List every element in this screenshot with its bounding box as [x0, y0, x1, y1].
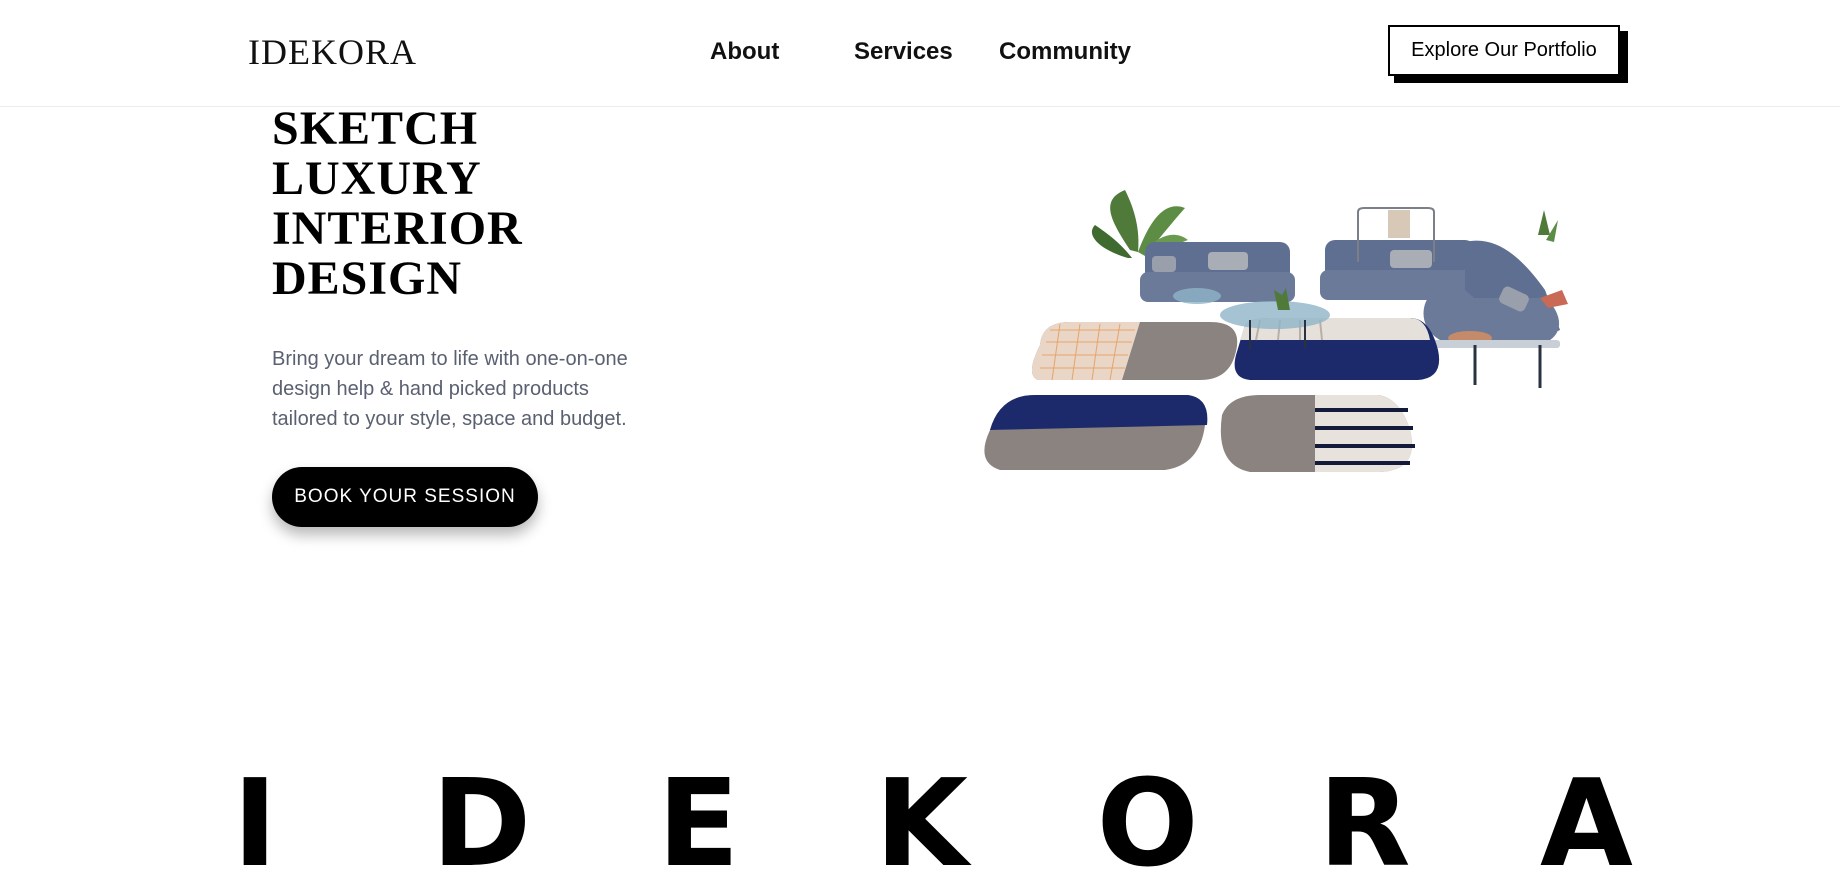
- hero-title-line: INTERIOR: [272, 202, 523, 255]
- brand-letter: A: [1539, 755, 1633, 894]
- hero-subtitle: Bring your dream to life with one-on-one…: [272, 348, 628, 430]
- explore-portfolio-button[interactable]: Explore Our Portfolio: [1388, 25, 1620, 76]
- hero-title-line: LUXURY: [272, 152, 482, 205]
- sofa-icon: [1320, 240, 1478, 300]
- brand-letter: R: [1318, 755, 1411, 894]
- rug-icon: [1220, 395, 1415, 472]
- brand-logo[interactable]: IDEKORA: [248, 30, 417, 74]
- hero-title-line: DESIGN: [272, 252, 463, 305]
- nav-link-community[interactable]: Community: [999, 36, 1131, 68]
- brand-letter: D: [431, 755, 532, 894]
- hero-title-line: SKETCH: [272, 102, 479, 155]
- hero-furniture-image: [984, 190, 1568, 472]
- sofa-corner-icon: [1423, 210, 1568, 388]
- rug-icon: [1031, 322, 1238, 381]
- brand-letter: E: [657, 755, 740, 894]
- portfolio-button-wrapper: Explore Our Portfolio: [1388, 25, 1628, 83]
- rug-icon: [984, 395, 1208, 470]
- brand-letters-strip: I D E K O R A: [210, 755, 1633, 894]
- brand-letter: O: [1096, 755, 1199, 894]
- brand-letter: I: [232, 755, 278, 894]
- nav-link-services[interactable]: Services: [854, 36, 953, 68]
- brand-letter: K: [874, 755, 968, 894]
- book-session-button[interactable]: BOOK YOUR SESSION: [272, 467, 538, 527]
- nav-link-about[interactable]: About: [710, 36, 779, 68]
- hero-title: SKETCH LUXURY INTERIOR DESIGN: [272, 104, 523, 304]
- top-navigation-bar: IDEKORA About Services Community Explore…: [0, 0, 1840, 107]
